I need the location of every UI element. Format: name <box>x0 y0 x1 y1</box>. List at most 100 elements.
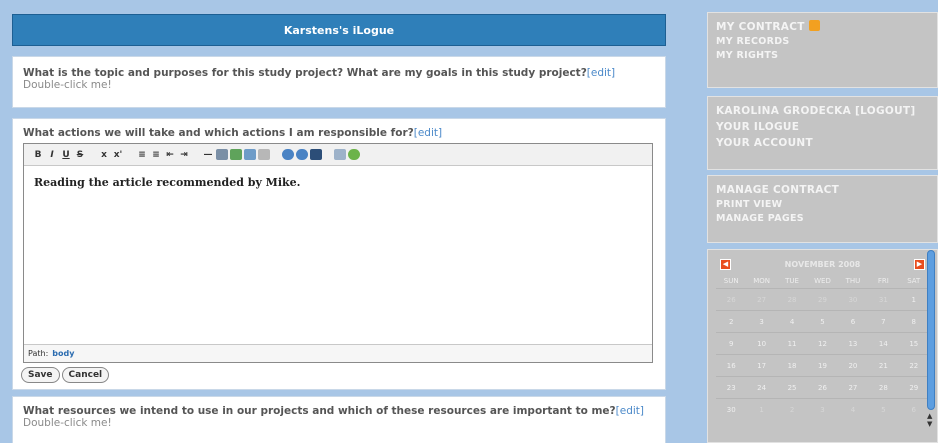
sidebar-item-my-contract[interactable]: MY CONTRACT <box>716 19 929 35</box>
outdent-button[interactable]: ⇤ <box>164 148 176 162</box>
calendar-day[interactable]: 22 <box>898 354 929 376</box>
calendar-day[interactable]: 26 <box>716 288 747 310</box>
calendar-day[interactable]: 13 <box>837 332 869 354</box>
strikethrough-button[interactable]: S <box>74 148 86 162</box>
question-text: What resources we intend to use in our p… <box>23 405 616 417</box>
calendar-day[interactable]: 29 <box>898 376 929 398</box>
undo-icon[interactable] <box>282 149 294 160</box>
superscript-button[interactable]: x' <box>112 148 124 162</box>
question-text: What actions we will take and which acti… <box>23 127 414 139</box>
question-title: What resources we intend to use in our p… <box>23 405 655 417</box>
double-click-placeholder[interactable]: Double-click me! <box>23 79 655 91</box>
italic-button[interactable]: I <box>46 148 58 162</box>
calendar-day[interactable]: 31 <box>868 288 899 310</box>
calendar-day[interactable]: 20 <box>837 354 869 376</box>
calendar-day[interactable]: 14 <box>868 332 899 354</box>
calendar-day[interactable]: 24 <box>746 376 777 398</box>
cancel-button[interactable]: Cancel <box>61 367 110 383</box>
calendar-day[interactable]: 7 <box>868 310 899 332</box>
calendar-day[interactable]: 17 <box>746 354 777 376</box>
rich-text-editor[interactable]: B I U S x x' ≡ ≡ ⇤ ⇥ — Reading the artic… <box>23 143 653 363</box>
html-source-icon[interactable] <box>310 149 322 160</box>
logout-link[interactable]: [LOGOUT] <box>855 105 915 117</box>
question-topic-box[interactable]: What is the topic and purposes for this … <box>12 56 666 108</box>
calendar-day[interactable]: 8 <box>898 310 929 332</box>
print-icon[interactable] <box>334 149 346 160</box>
calendar-widget: ◀ NOVEMBER 2008 ▶ SUN MON TUE WED THU FR… <box>707 249 938 443</box>
sidebar-item-manage-pages[interactable]: MANAGE PAGES <box>716 212 929 226</box>
calendar-day[interactable]: 16 <box>716 354 747 376</box>
calendar-day[interactable]: 10 <box>746 332 777 354</box>
calendar-day[interactable]: 1 <box>898 288 929 310</box>
sidebar-item-my-records[interactable]: MY RECORDS <box>716 35 929 49</box>
calendar-day[interactable]: 4 <box>837 398 869 420</box>
calendar-day[interactable]: 21 <box>868 354 899 376</box>
spellcheck-icon[interactable] <box>348 149 360 160</box>
calendar-day[interactable]: 11 <box>776 332 808 354</box>
question-resources-box[interactable]: What resources we intend to use in our p… <box>12 396 666 443</box>
calendar-day[interactable]: 27 <box>837 376 869 398</box>
underline-button[interactable]: U <box>60 148 72 162</box>
indent-button[interactable]: ⇥ <box>178 148 190 162</box>
page-title: Karstens's iLogue <box>283 23 395 37</box>
calendar-day[interactable]: 4 <box>776 310 808 332</box>
calendar-grid: SUN MON TUE WED THU FRI SAT 26 27 28 29 30 31… <box>716 274 929 420</box>
double-click-placeholder[interactable]: Double-click me! <box>23 417 655 429</box>
prev-month-arrow-icon[interactable]: ◀ <box>720 258 731 270</box>
sidebar-item-print-view[interactable]: PRINT VIEW <box>716 198 929 212</box>
calendar-day[interactable]: 2 <box>716 310 747 332</box>
calendar-day[interactable]: 5 <box>807 310 838 332</box>
calendar-day[interactable]: 15 <box>898 332 929 354</box>
unordered-list-button[interactable]: ≡ <box>136 148 148 162</box>
weekday-label: THU <box>845 277 861 285</box>
user-name: KAROLINA GRODECKA <box>716 105 852 117</box>
editor-toolbar: B I U S x x' ≡ ≡ ⇤ ⇥ — <box>24 144 652 166</box>
calendar-day[interactable]: 6 <box>837 310 869 332</box>
edit-link[interactable]: [edit] <box>616 405 644 417</box>
save-button[interactable]: Save <box>21 367 60 383</box>
page-scrollbar[interactable] <box>927 250 935 410</box>
sidebar-item-manage-contract[interactable]: MANAGE CONTRACT <box>716 182 929 198</box>
calendar-day[interactable]: 29 <box>807 288 838 310</box>
sidebar-item-your-account[interactable]: YOUR ACCOUNT <box>716 135 929 151</box>
calendar-day[interactable]: 12 <box>807 332 838 354</box>
user-line: KAROLINA GRODECKA [LOGOUT] <box>716 103 929 119</box>
scroll-arrows-icon[interactable]: ▲ ▼ <box>927 412 932 428</box>
ordered-list-button[interactable]: ≡ <box>150 148 162 162</box>
link-icon[interactable] <box>216 149 228 160</box>
calendar-day[interactable]: 2 <box>776 398 808 420</box>
rss-icon[interactable] <box>808 20 820 31</box>
bold-button[interactable]: B <box>32 148 44 162</box>
calendar-day[interactable]: 1 <box>746 398 777 420</box>
calendar-day[interactable]: 30 <box>837 288 869 310</box>
calendar-day[interactable]: 25 <box>776 376 808 398</box>
sidebar-item-my-rights[interactable]: MY RIGHTS <box>716 49 929 63</box>
edit-link[interactable]: [edit] <box>414 127 442 139</box>
horizontal-rule-button[interactable]: — <box>202 148 214 162</box>
calendar-day[interactable]: 5 <box>868 398 899 420</box>
calendar-day[interactable]: 28 <box>868 376 899 398</box>
path-body-link[interactable]: body <box>52 349 74 358</box>
redo-icon[interactable] <box>296 149 308 160</box>
calendar-day[interactable]: 18 <box>776 354 808 376</box>
sidebar-contract-box: MY CONTRACT MY RECORDS MY RIGHTS <box>707 12 938 88</box>
table-icon[interactable] <box>258 149 270 160</box>
calendar-day[interactable]: 3 <box>746 310 777 332</box>
calendar-day[interactable]: 3 <box>807 398 838 420</box>
calendar-month: NOVEMBER 2008 <box>784 259 861 269</box>
sidebar-item-your-ilogue[interactable]: YOUR ILOGUE <box>716 119 929 135</box>
calendar-day[interactable]: 6 <box>898 398 929 420</box>
calendar-day[interactable]: 30 <box>716 398 747 420</box>
calendar-day[interactable]: 9 <box>716 332 747 354</box>
calendar-day[interactable]: 19 <box>807 354 838 376</box>
unlink-icon[interactable] <box>230 149 242 160</box>
subscript-button[interactable]: x <box>98 148 110 162</box>
calendar-day[interactable]: 23 <box>716 376 747 398</box>
calendar-day[interactable]: 28 <box>776 288 808 310</box>
edit-link[interactable]: [edit] <box>587 67 615 79</box>
calendar-day[interactable]: 27 <box>746 288 777 310</box>
image-icon[interactable] <box>244 149 256 160</box>
editor-text-area[interactable]: Reading the article recommended by Mike. <box>24 166 652 340</box>
calendar-day[interactable]: 26 <box>807 376 838 398</box>
next-month-arrow-icon[interactable]: ▶ <box>913 258 925 270</box>
